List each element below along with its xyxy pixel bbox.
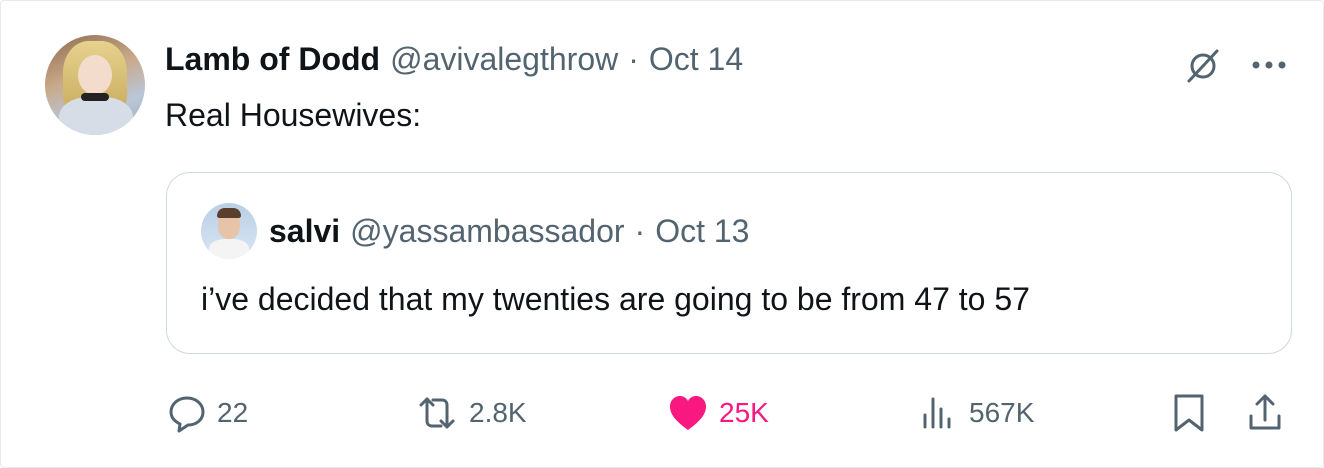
views-button[interactable]: 567K: [919, 389, 1034, 437]
header-separator: ·: [628, 41, 639, 77]
quoted-author-name[interactable]: salvi: [269, 213, 340, 250]
repost-icon: [415, 393, 459, 433]
avatar-body: [59, 97, 133, 135]
tweet-card[interactable]: Lamb of Dodd @avivalegthrow · Oct 14 Rea…: [0, 0, 1324, 468]
top-right-icons: [1183, 45, 1287, 85]
quoted-post-date[interactable]: Oct 13: [655, 213, 749, 250]
quoted-tweet[interactable]: salvi @yassambassador · Oct 13 i’ve deci…: [166, 172, 1292, 354]
tweet-header: Lamb of Dodd @avivalegthrow · Oct 14: [165, 41, 743, 78]
author-handle[interactable]: @avivalegthrow: [390, 41, 618, 78]
quoted-avatar-hair: [217, 208, 241, 218]
quoted-post-text: i’ve decided that my twenties are going …: [201, 281, 1030, 317]
quoted-author-avatar[interactable]: [201, 203, 257, 259]
views-icon: [919, 393, 959, 433]
avatar-face: [78, 55, 112, 95]
reply-button[interactable]: 22: [167, 389, 248, 437]
more-icon[interactable]: [1251, 59, 1287, 71]
like-count: 25K: [719, 397, 769, 428]
quoted-avatar-body: [209, 239, 249, 259]
quoted-header-separator: ·: [634, 213, 646, 249]
quoted-author-handle[interactable]: @yassambassador: [350, 213, 624, 250]
reply-count: 22: [217, 397, 249, 428]
like-button[interactable]: 25K: [667, 389, 769, 437]
share-icon: [1245, 392, 1285, 434]
repost-count: 2.8K: [469, 397, 527, 428]
bookmark-button[interactable]: [1171, 389, 1207, 437]
author-name[interactable]: Lamb of Dodd: [165, 41, 380, 78]
heart-icon: [667, 393, 709, 433]
post-date[interactable]: Oct 14: [649, 41, 743, 78]
grok-icon[interactable]: [1183, 45, 1223, 85]
quoted-tweet-header: salvi @yassambassador · Oct 13: [269, 213, 749, 250]
post-text: Real Housewives:: [165, 97, 422, 133]
repost-button[interactable]: 2.8K: [415, 389, 527, 437]
action-bar: 22 2.8K 25K 567K: [1, 389, 1324, 437]
bookmark-icon: [1171, 392, 1207, 434]
reply-icon: [167, 393, 207, 433]
author-avatar[interactable]: [45, 35, 145, 135]
avatar-collar: [81, 93, 109, 101]
share-button[interactable]: [1245, 389, 1285, 437]
views-count: 567K: [969, 397, 1035, 428]
